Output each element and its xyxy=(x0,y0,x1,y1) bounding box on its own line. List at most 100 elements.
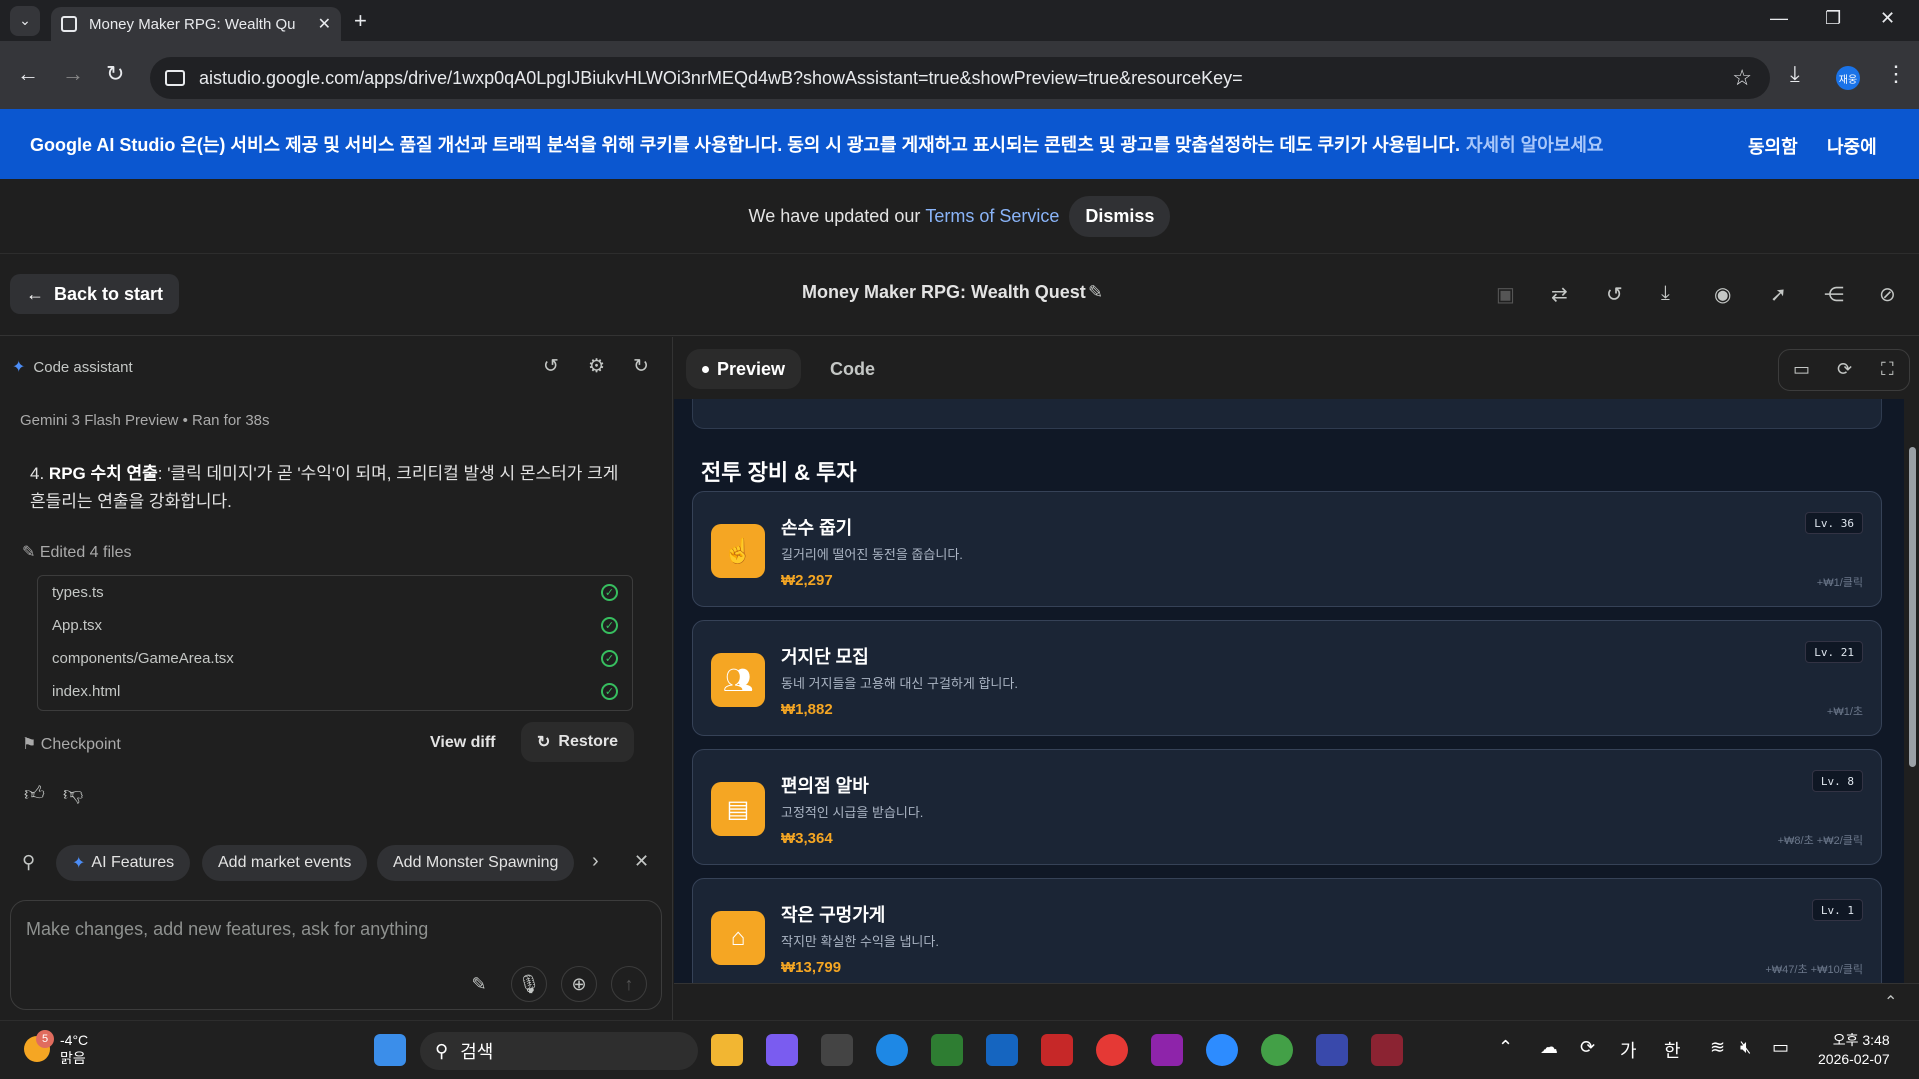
prompt-input[interactable]: Make changes, add new features, ask for … xyxy=(10,900,662,1010)
chrome-profile-icon[interactable] xyxy=(1261,1034,1293,1066)
upgrade-card[interactable]: ☝ 손수 줍기 길거리에 떨어진 동전을 줍습니다. ₩2,297 Lv. 36… xyxy=(692,491,1882,607)
ime-ga[interactable]: 가 xyxy=(1620,1037,1637,1063)
agree-button[interactable]: 동의함 xyxy=(1748,133,1798,159)
upgrade-card[interactable]: ⌂ 작은 구멍가게 작지만 확실한 수익을 냅니다. ₩13,799 Lv. 1… xyxy=(692,878,1882,983)
battery-icon[interactable]: ▭ xyxy=(1772,1037,1789,1058)
save-icon[interactable]: ▣ xyxy=(1496,282,1515,307)
ime-han[interactable]: 한 xyxy=(1664,1037,1681,1063)
zoom-icon[interactable] xyxy=(1206,1034,1238,1066)
step-heading: RPG 수치 연출 xyxy=(48,464,158,483)
profile-avatar[interactable]: 재웅 xyxy=(1836,66,1860,90)
file-row[interactable]: App.tsx ✓ xyxy=(38,609,632,642)
preview-scrollbar[interactable] xyxy=(1906,399,1919,983)
file-row[interactable]: index.html ✓ xyxy=(38,675,632,708)
restore-window-icon[interactable]: ❐ xyxy=(1825,8,1841,29)
close-icon[interactable]: ✕ xyxy=(634,851,649,872)
new-tab-button[interactable]: + xyxy=(354,8,367,34)
send-arrow-icon[interactable]: ↑ xyxy=(611,966,647,1002)
edge-icon[interactable] xyxy=(876,1034,908,1066)
tab-search-button[interactable]: ⌄ xyxy=(10,5,40,36)
code-assistant-panel: ✦ Code assistant ↺ ⚙ ↻ Gemini 3 Flash Pr… xyxy=(0,337,673,1020)
share-icon[interactable]: ⋲ xyxy=(1824,282,1844,307)
refresh-icon[interactable]: ↻ xyxy=(633,355,649,378)
close-window-icon[interactable]: ✕ xyxy=(1880,8,1895,29)
preview-panel: Preview Code ▭ ⟳ ⛶ 전투 장비 & 투자 ☝ 손수 줍기 길거… xyxy=(674,337,1919,1020)
roblox-icon[interactable] xyxy=(1316,1034,1348,1066)
sync-app-icon[interactable] xyxy=(1041,1034,1073,1066)
browser-tab[interactable]: Money Maker RPG: Wealth Qu ✕ xyxy=(51,7,341,41)
tab-preview[interactable]: Preview xyxy=(686,349,802,389)
browser-menu-icon[interactable]: ⋮ xyxy=(1885,61,1907,87)
upgrade-card[interactable]: ▤ 편의점 알바 고정적인 시급을 받습니다. ₩3,364 Lv. 8 +₩8… xyxy=(692,749,1882,865)
taskbar-search[interactable]: ⚲ 검색 xyxy=(420,1032,698,1070)
minecraft-launcher-icon[interactable] xyxy=(1371,1034,1403,1066)
upgrade-card[interactable]: 👥︎ 거지단 모집 동네 거지들을 고용해 대신 구걸하게 합니다. ₩1,88… xyxy=(692,620,1882,736)
wifi-icon[interactable]: ≋ xyxy=(1710,1037,1725,1058)
app-preview: 전투 장비 & 투자 ☝ 손수 줍기 길거리에 떨어진 동전을 줍습니다. ₩2… xyxy=(674,399,1904,983)
upgrade-name: 편의점 알바 xyxy=(781,776,869,796)
store-app-icon[interactable] xyxy=(821,1034,853,1066)
copilot-icon[interactable] xyxy=(766,1034,798,1066)
weather-widget[interactable]: 5 -4°C 맑음 xyxy=(24,1030,88,1067)
sync-icon[interactable]: ⟳ xyxy=(1580,1037,1595,1058)
chevron-right-icon[interactable]: › xyxy=(592,850,599,873)
thumbs-down-icon[interactable]: 👎︎ xyxy=(63,782,83,806)
history-icon[interactable]: ↺ xyxy=(543,355,559,378)
minecraft-icon[interactable] xyxy=(931,1034,963,1066)
file-explorer-icon[interactable] xyxy=(711,1034,743,1066)
m365-icon[interactable] xyxy=(1151,1034,1183,1066)
tos-link[interactable]: Terms of Service xyxy=(925,206,1059,227)
reload-icon[interactable]: ↻ xyxy=(106,61,124,87)
thumbs-up-icon[interactable]: 👍︎ xyxy=(24,782,45,806)
add-attachment-icon[interactable]: ⊕ xyxy=(561,966,597,1002)
deploy-rocket-icon[interactable]: ➚ xyxy=(1770,282,1787,307)
suggestion-chip[interactable]: ✦ AI Features xyxy=(56,845,191,881)
restore-button[interactable]: ↻ Restore xyxy=(521,722,634,762)
mail-icon[interactable] xyxy=(986,1034,1018,1066)
project-title: Money Maker RPG: Wealth Quest xyxy=(802,282,1086,302)
close-tab-icon[interactable]: ✕ xyxy=(318,14,331,34)
hide-icon[interactable]: ⊘ xyxy=(1879,282,1896,307)
minimize-icon[interactable]: — xyxy=(1770,8,1788,29)
cookie-text: Google AI Studio 은(는) 서비스 제공 및 서비스 품질 개선… xyxy=(30,135,1460,155)
tab-code[interactable]: Code xyxy=(814,349,891,389)
site-info-icon[interactable] xyxy=(165,70,185,86)
edit-pencil-icon[interactable]: ✎ xyxy=(1088,282,1103,303)
back-nav-icon[interactable]: ← xyxy=(17,61,39,87)
tray-chevron-icon[interactable]: ⌃ xyxy=(1498,1037,1513,1058)
chip-label: Add market events xyxy=(218,854,352,871)
history-icon[interactable]: ↺ xyxy=(1606,282,1623,307)
fork-icon[interactable]: ⇄ xyxy=(1551,282,1568,307)
mute-icon[interactable]: 🔇︎ xyxy=(1740,1037,1751,1058)
windows-start-icon[interactable] xyxy=(374,1034,406,1066)
chevron-up-icon[interactable]: ⌃ xyxy=(1884,992,1897,1012)
suggestion-chip[interactable]: Add Monster Spawning xyxy=(377,845,575,881)
download-app-icon[interactable]: ⤓ xyxy=(1661,282,1670,305)
view-diff-button[interactable]: View diff xyxy=(430,734,496,752)
download-icon[interactable]: ⤓ xyxy=(1790,61,1800,87)
later-button[interactable]: 나중에 xyxy=(1827,133,1877,159)
file-row[interactable]: types.ts ✓ xyxy=(38,576,632,609)
clock[interactable]: 오후 3:48 2026-02-07 xyxy=(1818,1031,1890,1069)
device-icon[interactable]: ▭ xyxy=(1793,359,1810,380)
back-to-start-button[interactable]: ← Back to start xyxy=(10,274,180,314)
github-icon[interactable]: ◉ xyxy=(1714,282,1731,307)
omnibox[interactable]: aistudio.google.com/apps/drive/1wxp0qA0L… xyxy=(150,57,1770,99)
refresh-preview-icon[interactable]: ⟳ xyxy=(1837,359,1852,380)
fullscreen-icon[interactable]: ⛶ xyxy=(1881,359,1894,380)
chrome-icon[interactable] xyxy=(1096,1034,1128,1066)
hand-pointer-icon: ☝ xyxy=(711,524,765,578)
forward-nav-icon[interactable]: → xyxy=(62,61,84,87)
dismiss-button[interactable]: Dismiss xyxy=(1069,195,1171,237)
scrollbar-thumb[interactable] xyxy=(1909,447,1916,767)
bookmark-star-icon[interactable]: ☆ xyxy=(1732,65,1752,91)
magic-wand-icon[interactable]: ✎ xyxy=(461,966,497,1002)
suggestion-chips: ⚲ ✦ AI Features Add market events Add Mon… xyxy=(0,845,673,891)
settings-gear-icon[interactable]: ⚙ xyxy=(588,355,605,378)
microphone-icon[interactable]: 🎙︎ xyxy=(511,966,547,1002)
sun-icon: 5 xyxy=(24,1030,54,1062)
cloud-off-icon[interactable]: ☁ xyxy=(1540,1037,1558,1058)
learn-more-link[interactable]: 자세히 알아보세요 xyxy=(1466,131,1603,157)
file-row[interactable]: components/GameArea.tsx ✓ xyxy=(38,642,632,675)
suggestion-chip[interactable]: Add market events xyxy=(202,845,368,881)
